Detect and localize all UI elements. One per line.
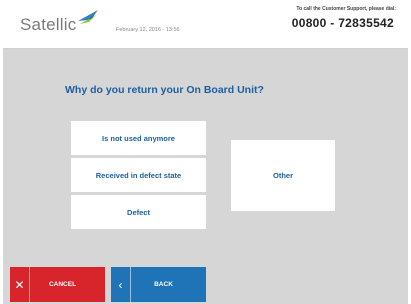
page-question: Why do you return your On Board Unit? — [65, 84, 264, 96]
brand-name: Satellic — [20, 15, 77, 34]
close-icon: ✕ — [10, 267, 30, 302]
option-not-used-anymore-button[interactable]: Is not used anymore — [71, 121, 206, 155]
option-defect-button[interactable]: Defect — [71, 195, 206, 229]
option-other-button[interactable]: Other — [231, 140, 335, 211]
option-received-defect-button[interactable]: Received in defect state — [71, 158, 206, 192]
support-label: To call the Customer Support, please dia… — [296, 6, 396, 12]
satellic-logo: Satellic — [20, 10, 99, 35]
back-button[interactable]: ‹ BACK — [111, 267, 206, 302]
cancel-button[interactable]: ✕ CANCEL — [10, 267, 105, 302]
option-label: Received in defect state — [95, 170, 182, 180]
support-phone-number: 00800 - 72835542 — [291, 16, 394, 30]
option-label: Is not used anymore — [102, 133, 175, 143]
satellic-bird-icon — [77, 7, 99, 29]
back-label: BACK — [154, 281, 173, 288]
header-bar: Satellic February 12, 2016 - 13:56 To ca… — [3, 0, 408, 49]
chevron-left-icon: ‹ — [111, 267, 131, 302]
current-datetime: February 12, 2016 - 13:56 — [116, 27, 180, 33]
option-label: Defect — [127, 207, 150, 217]
cancel-label: CANCEL — [48, 281, 77, 288]
option-label: Other — [272, 171, 293, 180]
